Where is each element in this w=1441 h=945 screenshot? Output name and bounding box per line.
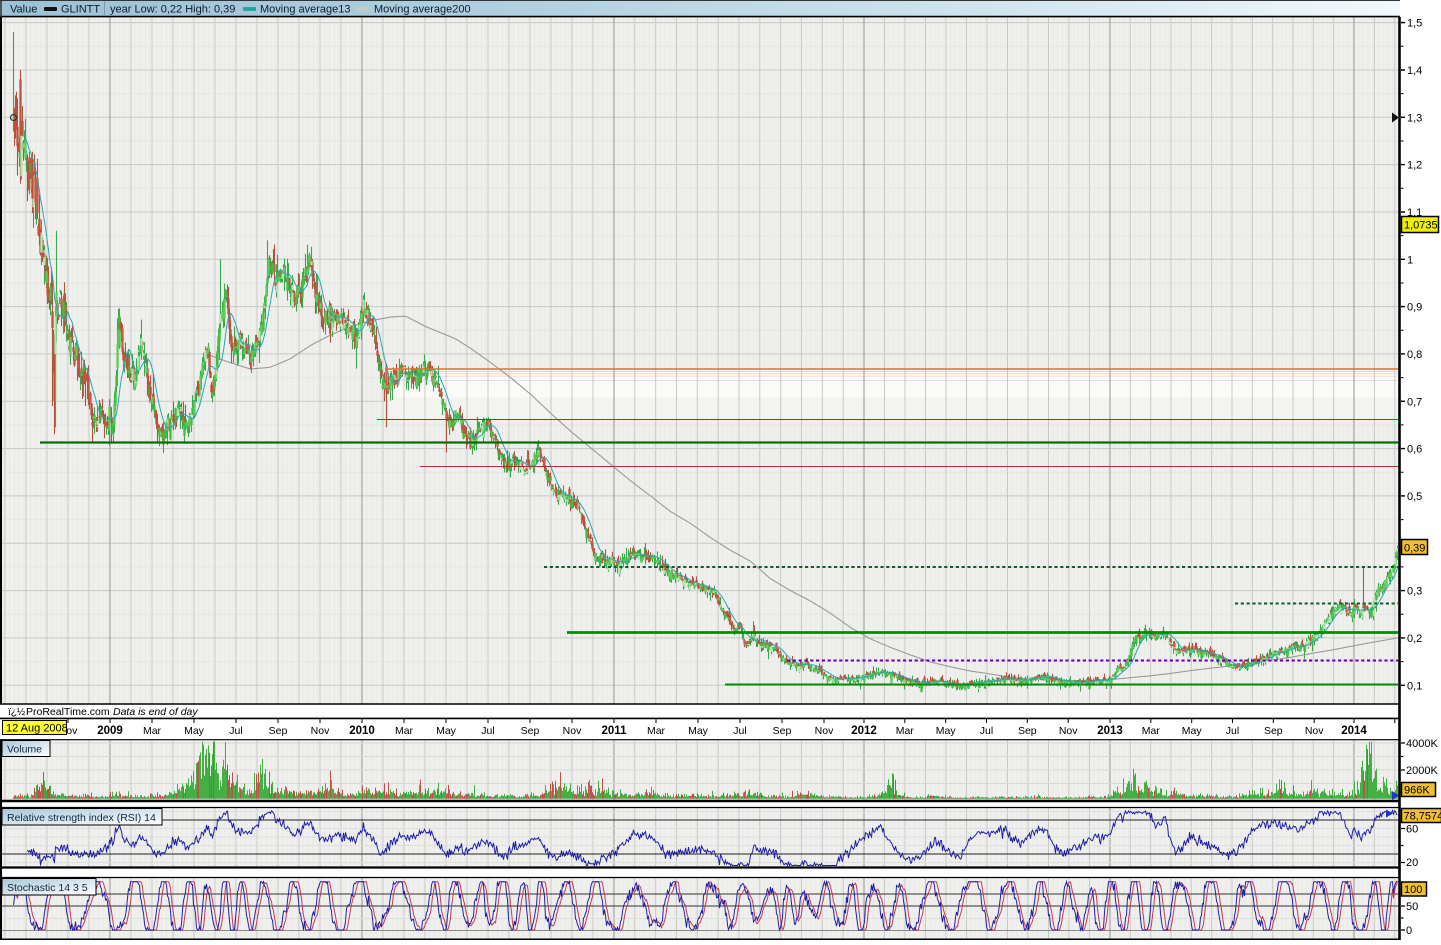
svg-text:Jul: Jul: [1226, 725, 1239, 737]
svg-text:Value: Value: [10, 4, 37, 16]
svg-text:0,9: 0,9: [1407, 302, 1422, 314]
svg-text:0,1: 0,1: [1407, 680, 1422, 692]
svg-text:Jul: Jul: [733, 725, 746, 737]
svg-text:May: May: [936, 725, 957, 737]
svg-text:Nov: Nov: [1059, 725, 1078, 737]
svg-text:May: May: [688, 725, 709, 737]
svg-text:2011: 2011: [602, 725, 628, 737]
svg-text:May: May: [436, 725, 457, 737]
svg-text:4000K: 4000K: [1406, 738, 1438, 750]
svg-text:ï¿½: ï¿½: [8, 707, 26, 718]
svg-text:Sep: Sep: [773, 725, 792, 737]
svg-text:1: 1: [1407, 254, 1413, 266]
svg-text:GLINTT: GLINTT: [61, 4, 100, 16]
svg-text:0,6: 0,6: [1407, 444, 1422, 456]
svg-text:Nov: Nov: [563, 725, 582, 737]
svg-text:Sep: Sep: [1018, 725, 1037, 737]
svg-text:0: 0: [1406, 925, 1412, 937]
svg-text:2009: 2009: [97, 725, 123, 737]
svg-text:100: 100: [1404, 884, 1422, 896]
svg-text:Nov: Nov: [815, 725, 834, 737]
svg-text:Volume: Volume: [7, 744, 42, 756]
svg-text:Nov: Nov: [1305, 725, 1324, 737]
svg-text:966K: 966K: [1404, 785, 1430, 797]
svg-text:Mar: Mar: [395, 725, 414, 737]
svg-text:2014: 2014: [1341, 725, 1367, 737]
svg-text:Relative strength index (RSI): Relative strength index (RSI) 14: [7, 812, 156, 824]
svg-text:Mar: Mar: [896, 725, 915, 737]
svg-text:Nov: Nov: [311, 725, 330, 737]
svg-text:1,3: 1,3: [1407, 112, 1422, 124]
svg-text:Data is end of day: Data is end of day: [113, 706, 198, 718]
svg-text:Mar: Mar: [1142, 725, 1161, 737]
svg-text:1,4: 1,4: [1407, 65, 1422, 77]
svg-text:ProRealTime.com: ProRealTime.com: [26, 706, 110, 718]
svg-text:Sep: Sep: [269, 725, 288, 737]
svg-text:Jul: Jul: [481, 725, 494, 737]
svg-text:Sep: Sep: [1264, 725, 1283, 737]
svg-text:Moving average13: Moving average13: [260, 4, 351, 16]
svg-text:May: May: [1182, 725, 1203, 737]
svg-text:0,8: 0,8: [1407, 349, 1422, 361]
svg-text:2012: 2012: [851, 725, 877, 737]
svg-text:Moving average200: Moving average200: [374, 4, 471, 16]
svg-text:2000K: 2000K: [1406, 765, 1438, 777]
svg-text:Mar: Mar: [647, 725, 666, 737]
svg-text:50: 50: [1406, 901, 1418, 913]
svg-text:Jul: Jul: [980, 725, 993, 737]
svg-text:0,5: 0,5: [1407, 491, 1422, 503]
svg-text:12 Aug 2008: 12 Aug 2008: [6, 723, 68, 735]
svg-text:1,5: 1,5: [1407, 18, 1422, 30]
svg-text:Mar: Mar: [143, 725, 162, 737]
svg-text:May: May: [184, 725, 205, 737]
svg-text:2010: 2010: [349, 725, 375, 737]
svg-text:78,7574: 78,7574: [1404, 811, 1441, 823]
svg-text:1,0735: 1,0735: [1404, 220, 1438, 232]
svg-text:Jul: Jul: [229, 725, 242, 737]
svg-text:20: 20: [1406, 857, 1418, 869]
svg-text:Sep: Sep: [521, 725, 540, 737]
svg-text:60: 60: [1406, 824, 1418, 836]
svg-text:0,7: 0,7: [1407, 396, 1422, 408]
svg-text:0,2: 0,2: [1407, 633, 1422, 645]
svg-text:year Low: 0,22 High: 0,39: year Low: 0,22 High: 0,39: [110, 4, 235, 16]
svg-text:1,2: 1,2: [1407, 160, 1422, 172]
svg-text:0,39: 0,39: [1404, 543, 1425, 555]
svg-text:2013: 2013: [1097, 725, 1123, 737]
svg-text:0,3: 0,3: [1407, 586, 1422, 598]
svg-text:Stochastic 14 3 5: Stochastic 14 3 5: [7, 882, 88, 894]
